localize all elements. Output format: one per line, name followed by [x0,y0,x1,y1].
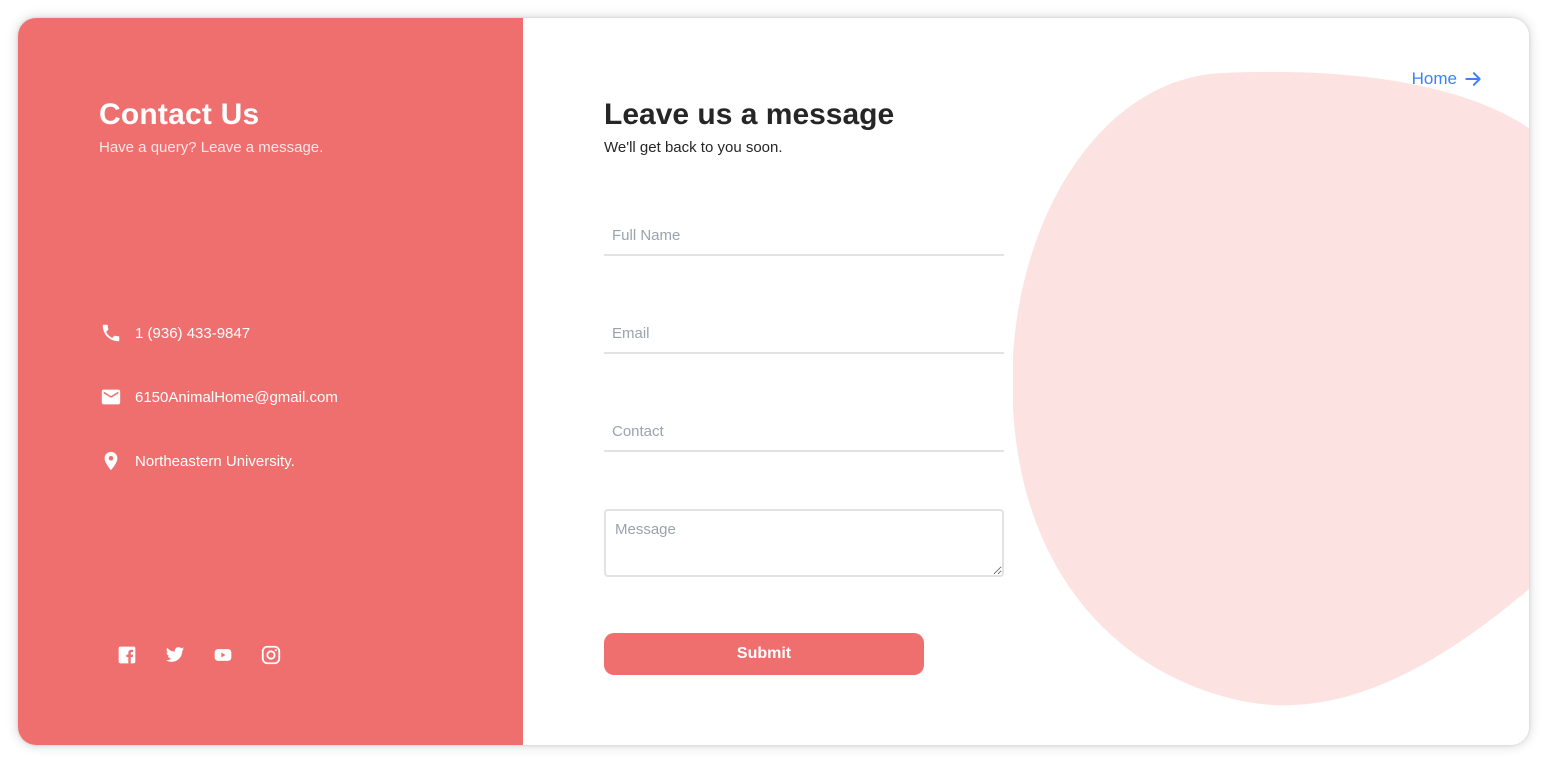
email-address: 6150AnimalHome@gmail.com [135,388,338,406]
social-links [115,643,283,667]
location-pin-icon [99,449,123,473]
form-subheading: We'll get back to you soon. [604,139,783,156]
mail-icon [99,385,123,409]
phone-number: 1 (936) 433-9847 [135,324,251,342]
contact-subtitle: Have a query? Leave a message. [99,139,324,156]
youtube-icon[interactable] [211,643,235,667]
phone-info: 1 (936) 433-9847 [99,321,250,345]
twitter-icon[interactable] [163,643,187,667]
email-info: 6150AnimalHome@gmail.com [99,385,338,409]
arrow-right-icon[interactable] [1463,69,1483,89]
message-form-panel: Home Leave us a message We'll get back t… [523,18,1529,745]
contact-title: Contact Us [99,98,260,131]
message-textarea[interactable] [604,509,1004,577]
full-name-input[interactable] [604,216,1004,256]
contact-input[interactable] [604,412,1004,452]
submit-button[interactable]: Submit [604,633,924,675]
decorative-blob [1013,71,1529,706]
contact-card: Contact Us Have a query? Leave a message… [18,18,1529,745]
facebook-icon[interactable] [115,643,139,667]
form-heading: Leave us a message [604,98,895,131]
instagram-icon[interactable] [259,643,283,667]
phone-icon [99,321,123,345]
address-text: Northeastern University. [135,452,295,470]
contact-info-panel: Contact Us Have a query? Leave a message… [18,18,523,745]
home-link[interactable]: Home [1412,69,1483,89]
email-input[interactable] [604,314,1004,354]
address-info: Northeastern University. [99,449,295,473]
home-link-label[interactable]: Home [1412,69,1457,89]
